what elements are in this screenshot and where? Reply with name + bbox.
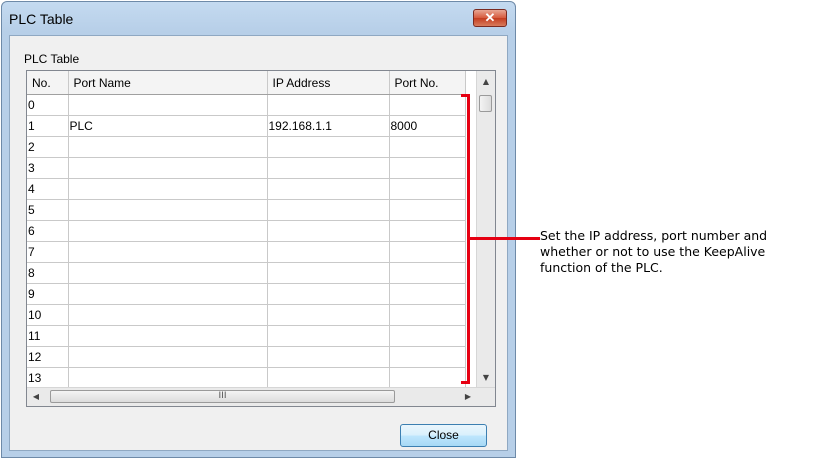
- cell-port-no[interactable]: [389, 136, 466, 158]
- vertical-scrollbar[interactable]: ▲ ▼: [476, 71, 495, 388]
- table-row[interactable]: 4: [27, 178, 466, 200]
- header-row: No. Port Name IP Address Port No.: [27, 71, 466, 95]
- cell-no[interactable]: 5: [27, 199, 69, 221]
- cell-ip-address[interactable]: [267, 178, 390, 200]
- cell-port-no[interactable]: [389, 220, 466, 242]
- cell-no[interactable]: 7: [27, 241, 69, 263]
- cell-ip-address[interactable]: [267, 220, 390, 242]
- cell-port-no[interactable]: [389, 241, 466, 263]
- scroll-grip-icon: III: [218, 391, 227, 401]
- table-row[interactable]: 11: [27, 325, 466, 347]
- table-row[interactable]: 0: [27, 94, 466, 116]
- cell-port-no[interactable]: [389, 262, 466, 284]
- cell-ip-address[interactable]: [267, 325, 390, 347]
- table-row[interactable]: 10: [27, 304, 466, 326]
- vertical-scroll-thumb[interactable]: [479, 95, 492, 112]
- cell-port-name[interactable]: [68, 199, 268, 221]
- cell-no[interactable]: 0: [27, 94, 69, 116]
- cell-port-name[interactable]: [68, 304, 268, 326]
- cell-ip-address[interactable]: [267, 199, 390, 221]
- cell-port-no[interactable]: [389, 283, 466, 305]
- table-row[interactable]: 2: [27, 136, 466, 158]
- table-row[interactable]: 1 PLC 192.168.1.1 8000: [27, 115, 466, 137]
- cell-ip-address[interactable]: 192.168.1.1: [267, 115, 390, 137]
- cell-no[interactable]: 12: [27, 346, 69, 368]
- cell-no[interactable]: 11: [27, 325, 69, 347]
- cell-port-no[interactable]: [389, 304, 466, 326]
- cell-ip-address[interactable]: [267, 304, 390, 326]
- cell-no[interactable]: 9: [27, 283, 69, 305]
- scroll-right-icon[interactable]: ▶: [459, 392, 477, 401]
- column-header-port-name[interactable]: Port Name: [68, 71, 268, 95]
- column-header-port-no[interactable]: Port No.: [389, 71, 466, 95]
- annotation-leader-line: [469, 237, 540, 240]
- cell-no[interactable]: 4: [27, 178, 69, 200]
- cell-port-name[interactable]: [68, 241, 268, 263]
- cell-ip-address[interactable]: [267, 94, 390, 116]
- title-bar[interactable]: PLC Table ✕: [2, 2, 515, 36]
- table-row[interactable]: 7: [27, 241, 466, 263]
- cell-port-no[interactable]: [389, 178, 466, 200]
- table-row[interactable]: 12: [27, 346, 466, 368]
- close-window-icon[interactable]: ✕: [473, 9, 507, 27]
- cell-port-name[interactable]: [68, 346, 268, 368]
- cell-port-name[interactable]: [68, 157, 268, 179]
- cell-ip-address[interactable]: [267, 262, 390, 284]
- horizontal-scrollbar[interactable]: ◀ III ▶: [27, 387, 495, 406]
- cell-no[interactable]: 6: [27, 220, 69, 242]
- cell-ip-address[interactable]: [267, 346, 390, 368]
- section-label: PLC Table: [24, 52, 80, 66]
- cell-no[interactable]: 1: [27, 115, 69, 137]
- cell-port-name[interactable]: [68, 94, 268, 116]
- annotation-text: Set the IP address, port number and whet…: [540, 228, 768, 275]
- cell-port-name[interactable]: [68, 220, 268, 242]
- scroll-left-icon[interactable]: ◀: [27, 392, 45, 401]
- cell-port-name[interactable]: [68, 178, 268, 200]
- cell-no[interactable]: 3: [27, 157, 69, 179]
- cell-port-name[interactable]: [68, 262, 268, 284]
- table-row[interactable]: 5: [27, 199, 466, 221]
- table-row[interactable]: 9: [27, 283, 466, 305]
- cell-port-name[interactable]: [68, 136, 268, 158]
- cell-port-no[interactable]: [389, 157, 466, 179]
- plc-table: No. Port Name IP Address Port No. 0 1 PLC 1…: [27, 71, 466, 396]
- column-header-no[interactable]: No.: [27, 71, 69, 95]
- cell-ip-address[interactable]: [267, 136, 390, 158]
- cell-port-no[interactable]: [389, 94, 466, 116]
- table-row[interactable]: 3: [27, 157, 466, 179]
- cell-port-no[interactable]: [389, 199, 466, 221]
- window-title: PLC Table: [9, 11, 74, 27]
- cell-port-no[interactable]: [389, 367, 466, 389]
- column-header-ip-address[interactable]: IP Address: [267, 71, 390, 95]
- cell-no[interactable]: 2: [27, 136, 69, 158]
- cell-port-no[interactable]: [389, 346, 466, 368]
- horizontal-scroll-thumb[interactable]: III: [50, 390, 395, 403]
- table-row[interactable]: 8: [27, 262, 466, 284]
- cell-ip-address[interactable]: [267, 157, 390, 179]
- cell-no[interactable]: 13: [27, 367, 69, 389]
- close-button[interactable]: Close: [400, 424, 487, 447]
- plc-table-grid: No. Port Name IP Address Port No. 0 1 PLC 1…: [26, 70, 496, 407]
- cell-port-name[interactable]: [68, 325, 268, 347]
- cell-port-name[interactable]: [68, 283, 268, 305]
- cell-no[interactable]: 10: [27, 304, 69, 326]
- cell-no[interactable]: 8: [27, 262, 69, 284]
- cell-ip-address[interactable]: [267, 367, 390, 389]
- cell-port-name[interactable]: [68, 367, 268, 389]
- table-row[interactable]: 6: [27, 220, 466, 242]
- cell-ip-address[interactable]: [267, 241, 390, 263]
- table-row[interactable]: 13: [27, 367, 466, 389]
- cell-ip-address[interactable]: [267, 283, 390, 305]
- cell-port-name[interactable]: PLC: [68, 115, 268, 137]
- cell-port-no[interactable]: 8000: [389, 115, 466, 137]
- scroll-down-icon[interactable]: ▼: [477, 373, 495, 382]
- scroll-up-icon[interactable]: ▲: [477, 77, 495, 86]
- cell-port-no[interactable]: [389, 325, 466, 347]
